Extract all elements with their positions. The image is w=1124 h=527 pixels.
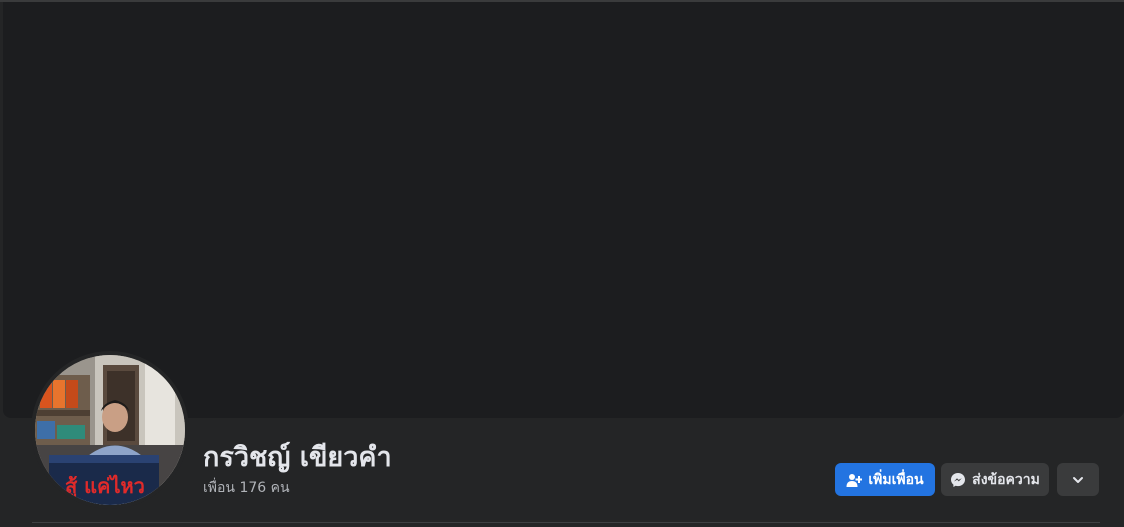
profile-name: กรวิชญ์ เขียวคำ — [203, 442, 392, 473]
svg-text:สู้ แค่ไหว: สู้ แค่ไหว — [65, 474, 145, 500]
add-friend-button[interactable]: เพิ่มเพื่อน — [835, 463, 935, 496]
user-plus-icon — [846, 472, 863, 488]
profile-header: สู้ แค่ไหว กรวิชญ์ เขียวคำ เพื่อน 176 คน… — [0, 0, 1124, 527]
message-button[interactable]: ส่งข้อความ — [941, 463, 1049, 496]
add-friend-label: เพิ่มเพื่อน — [868, 471, 924, 488]
message-label: ส่งข้อความ — [972, 471, 1040, 488]
more-options-button[interactable] — [1057, 463, 1099, 496]
avatar-photo: สู้ แค่ไหว — [35, 355, 185, 505]
messenger-icon — [950, 472, 966, 488]
avatar[interactable]: สู้ แค่ไหว — [35, 355, 185, 505]
friends-count[interactable]: เพื่อน 176 คน — [203, 478, 290, 498]
chevron-down-icon — [1072, 474, 1084, 486]
cover-photo[interactable] — [3, 2, 1124, 418]
section-divider — [32, 522, 1100, 523]
